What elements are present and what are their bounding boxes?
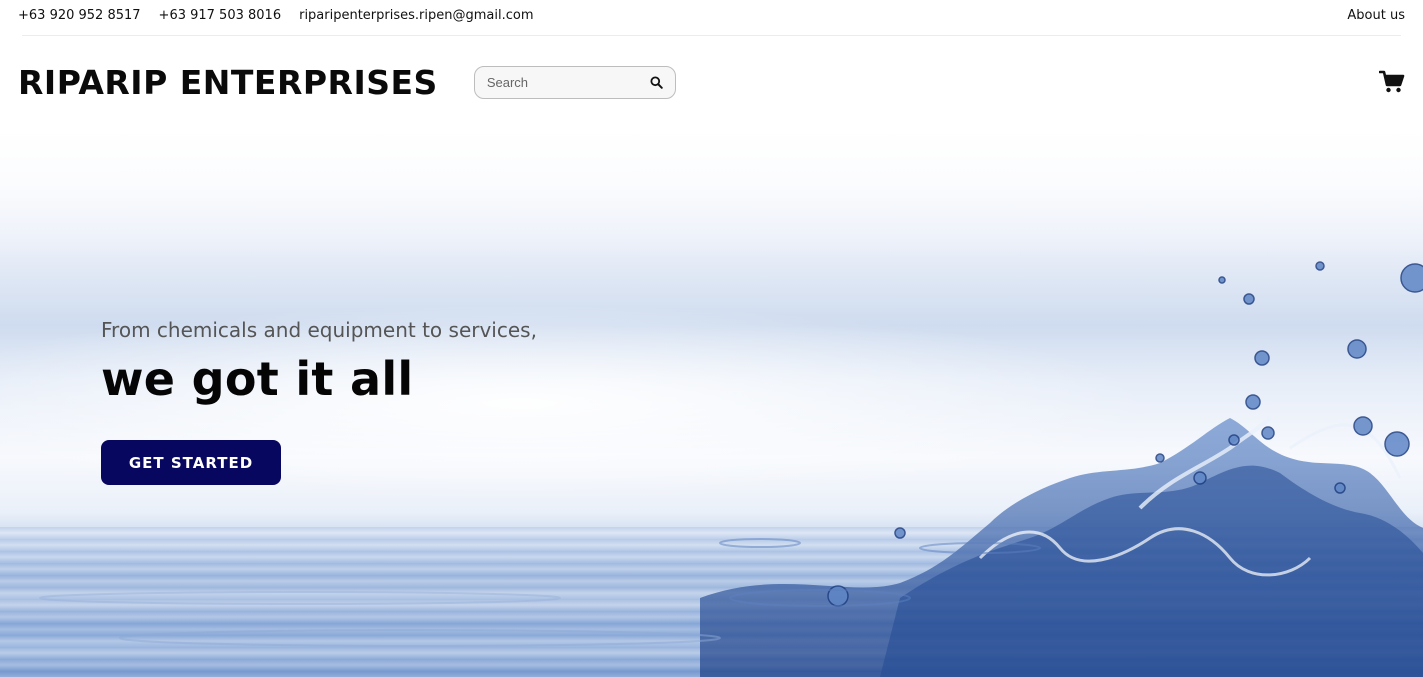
email-address: riparipenterprises.ripen@gmail.com	[299, 7, 534, 23]
about-us-link[interactable]: About us	[1347, 8, 1405, 23]
site-header: RIPARIP ENTERPRISES	[0, 36, 1423, 128]
hero-title: we got it all	[101, 352, 414, 406]
search-icon[interactable]	[649, 74, 665, 90]
contact-info: +63 920 952 8517 +63 917 503 8016 ripari…	[18, 8, 534, 23]
contact-bar: +63 920 952 8517 +63 917 503 8016 ripari…	[0, 0, 1423, 30]
brand-logo[interactable]: RIPARIP ENTERPRISES	[18, 63, 438, 102]
search-input[interactable]	[486, 74, 649, 90]
hero-banner: From chemicals and equipment to services…	[0, 128, 1423, 677]
hero-text: From chemicals and equipment to services…	[101, 318, 537, 406]
hero-subtitle: From chemicals and equipment to services…	[101, 318, 537, 342]
phone-number-2: +63 917 503 8016	[158, 7, 282, 23]
get-started-button[interactable]: GET STARTED	[101, 440, 281, 485]
cart-icon[interactable]	[1379, 69, 1405, 95]
search-box	[473, 65, 676, 99]
phone-number-1: +63 920 952 8517	[18, 7, 141, 23]
